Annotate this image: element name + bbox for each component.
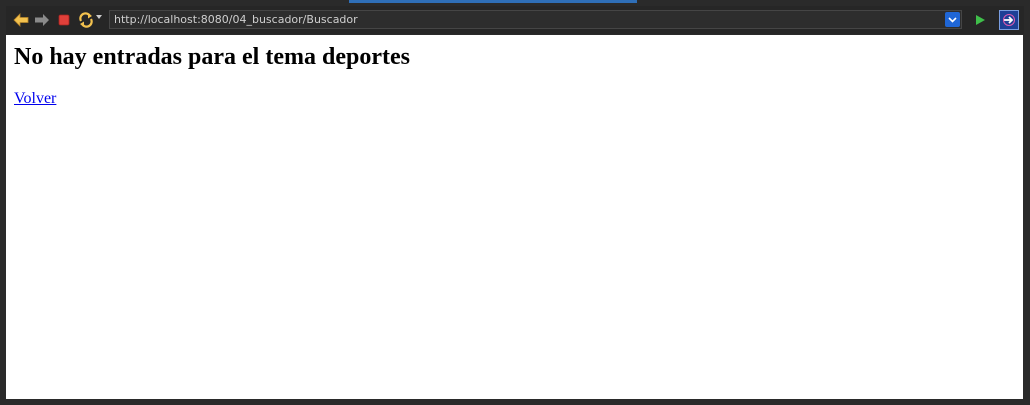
play-go-icon [976, 15, 985, 25]
forward-button[interactable] [32, 10, 52, 30]
browser-window: http://localhost:8080/04_buscador/Buscad… [0, 0, 1030, 405]
browser-toolbar: http://localhost:8080/04_buscador/Buscad… [6, 6, 1024, 34]
reload-menu-caret-icon[interactable] [96, 15, 102, 19]
page-heading: No hay entradas para el tema deportes [14, 44, 410, 70]
extension-button[interactable] [999, 10, 1019, 30]
reload-button[interactable] [76, 10, 96, 30]
active-tab-indicator [349, 0, 637, 3]
back-link[interactable]: Volver [14, 90, 56, 108]
back-button[interactable] [11, 10, 31, 30]
extension-icon [1003, 14, 1015, 26]
stop-button[interactable] [54, 10, 74, 30]
back-arrow-icon [13, 13, 29, 27]
stop-icon [58, 14, 70, 26]
url-text[interactable]: http://localhost:8080/04_buscador/Buscad… [110, 13, 945, 26]
reload-icon [79, 12, 93, 28]
forward-arrow-icon [35, 14, 49, 26]
url-dropdown-button[interactable] [945, 12, 960, 27]
page-content: No hay entradas para el tema deportes Vo… [6, 35, 1023, 399]
url-bar[interactable]: http://localhost:8080/04_buscador/Buscad… [109, 10, 962, 29]
chevron-down-icon [948, 16, 957, 23]
go-button[interactable] [970, 10, 990, 30]
